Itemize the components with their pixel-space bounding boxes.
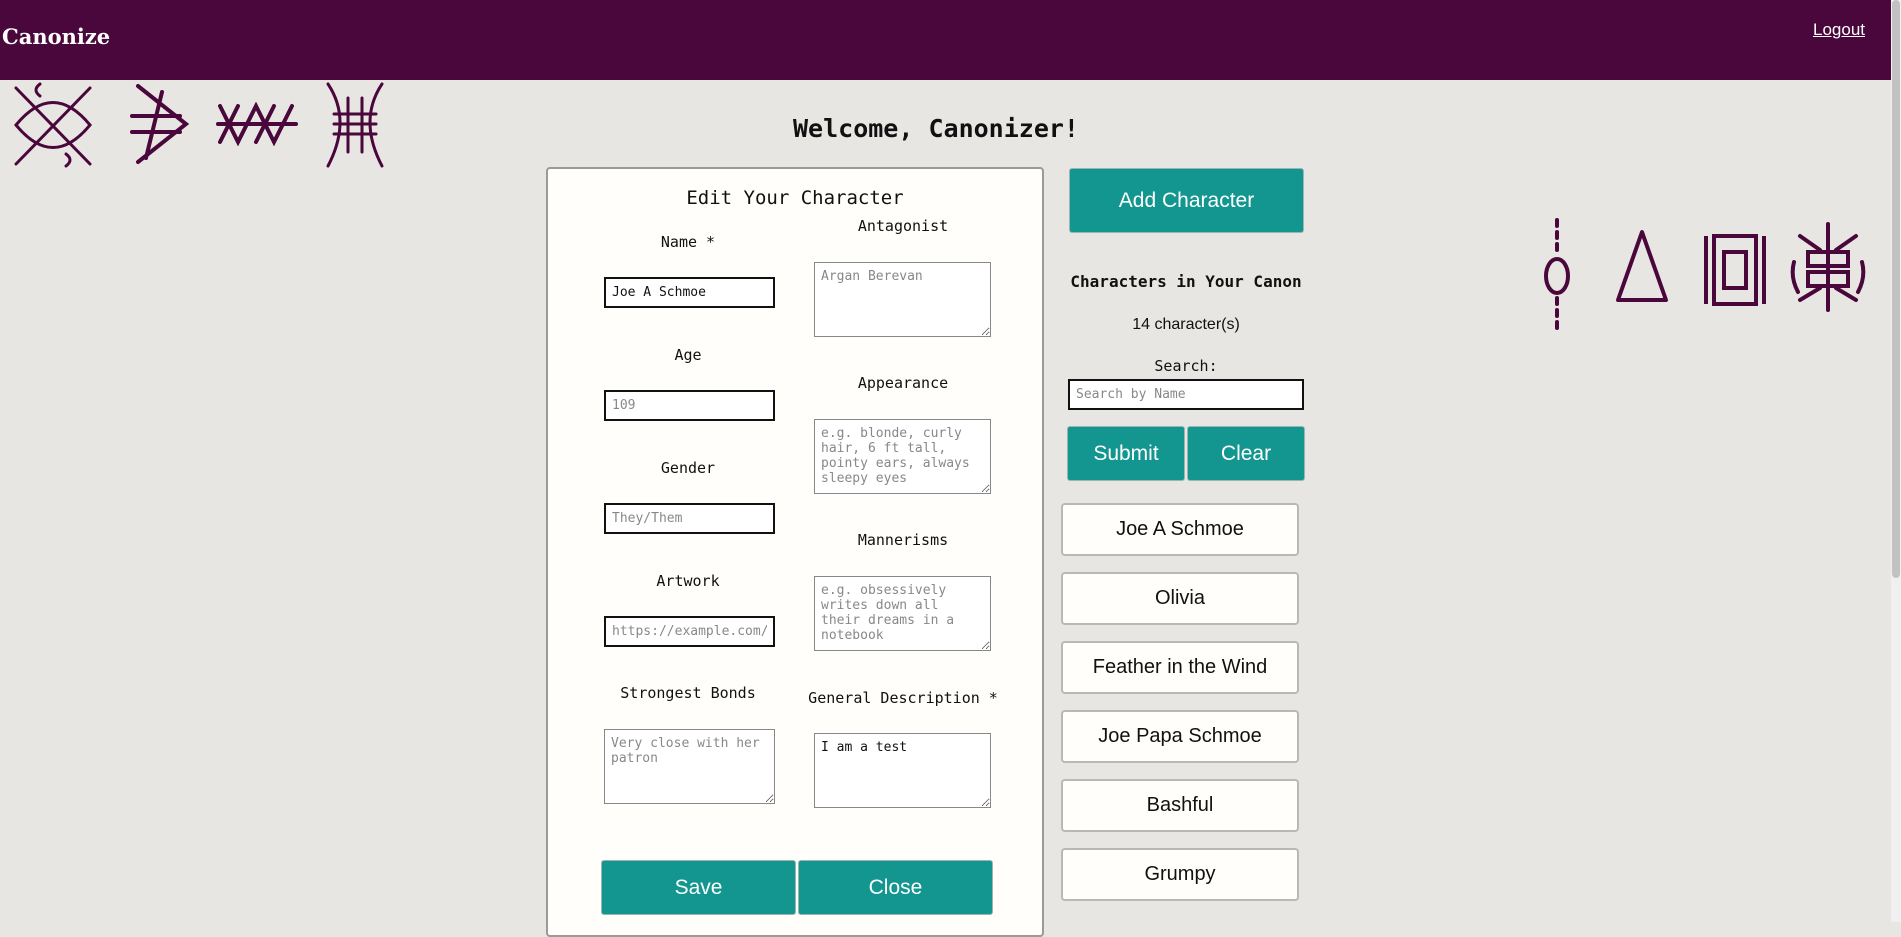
bonds-label: Strongest Bonds	[620, 684, 756, 702]
character-item[interactable]: Joe A Schmoe	[1061, 503, 1299, 556]
gender-input[interactable]	[604, 503, 775, 534]
brand-logo[interactable]: Canonize	[2, 24, 110, 49]
appearance-textarea[interactable]	[814, 419, 991, 494]
rune-triangle-icon	[1616, 230, 1668, 302]
gender-label: Gender	[660, 459, 716, 477]
scrollbar-thumb[interactable]	[1892, 0, 1900, 578]
page-scrollbar[interactable]	[1891, 0, 1901, 922]
character-list: Joe A Schmoe Olivia Feather in the Wind …	[1061, 503, 1299, 917]
search-input[interactable]	[1068, 379, 1304, 410]
age-input[interactable]	[604, 390, 775, 421]
description-textarea[interactable]: I am a test	[814, 733, 991, 808]
add-character-button[interactable]: Add Character	[1069, 168, 1304, 233]
edit-character-panel: Edit Your Character Name * Age Gender Ar…	[546, 167, 1044, 937]
name-label: Name *	[660, 233, 716, 251]
close-button[interactable]: Close	[798, 860, 993, 915]
artwork-input[interactable]	[604, 616, 775, 647]
character-item[interactable]: Joe Papa Schmoe	[1061, 710, 1299, 763]
rune-gate-icon	[1790, 222, 1866, 312]
search-label: Search:	[1154, 357, 1218, 375]
description-label: General Description *	[808, 689, 998, 707]
rune-square-icon	[1704, 234, 1766, 306]
top-navbar: Canonize Logout	[0, 0, 1891, 80]
antagonist-label: Antagonist	[857, 217, 949, 235]
appearance-label: Appearance	[857, 374, 949, 392]
character-item[interactable]: Feather in the Wind	[1061, 641, 1299, 694]
character-count: 14 character(s)	[1132, 316, 1240, 333]
character-item[interactable]: Bashful	[1061, 779, 1299, 832]
bonds-textarea[interactable]	[604, 729, 775, 804]
rune-staff-icon	[1544, 218, 1570, 336]
mannerisms-label: Mannerisms	[857, 531, 949, 549]
mannerisms-textarea[interactable]	[814, 576, 991, 651]
character-item[interactable]: Grumpy	[1061, 848, 1299, 901]
welcome-heading: Welcome, Canonizer!	[793, 114, 1079, 143]
save-button[interactable]: Save	[601, 860, 796, 915]
panel-title: Edit Your Character	[686, 187, 904, 209]
canon-heading: Characters in Your Canon	[1070, 272, 1302, 291]
character-item[interactable]: Olivia	[1061, 572, 1299, 625]
clear-button[interactable]: Clear	[1187, 426, 1305, 481]
antagonist-textarea[interactable]	[814, 262, 991, 337]
logout-link[interactable]: Logout	[1813, 20, 1865, 40]
artwork-label: Artwork	[656, 572, 720, 590]
age-label: Age	[674, 346, 702, 364]
submit-button[interactable]: Submit	[1067, 426, 1185, 481]
name-input[interactable]	[604, 277, 775, 308]
